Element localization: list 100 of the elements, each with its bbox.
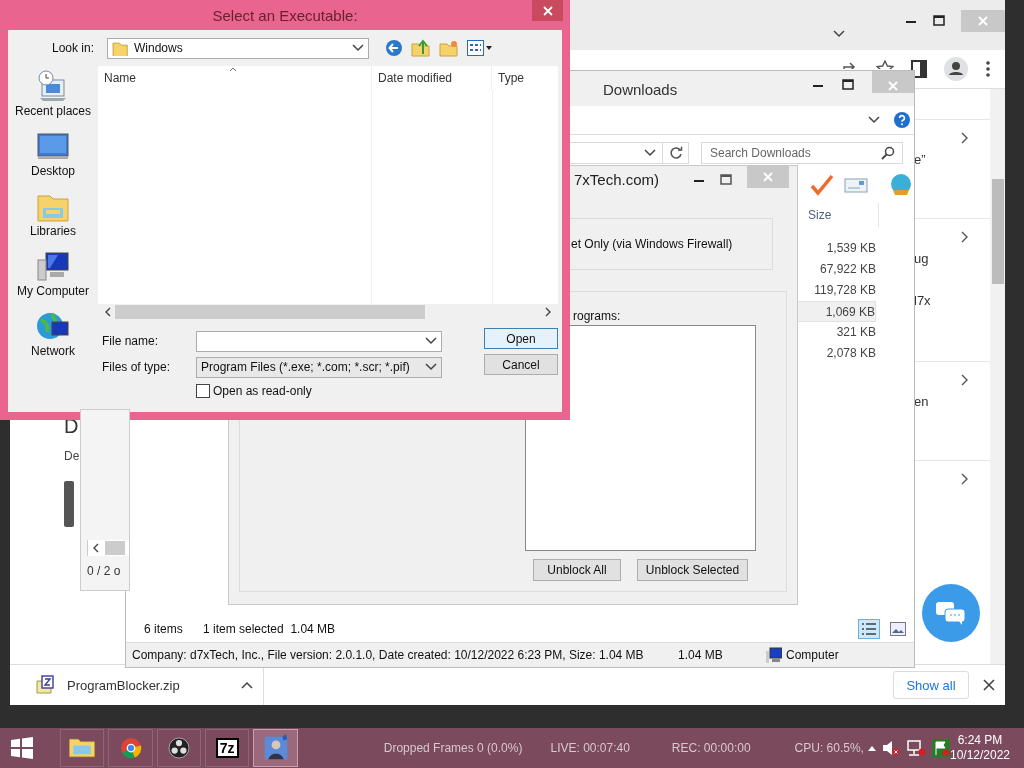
chat-icon bbox=[935, 600, 967, 626]
taskbar-app[interactable]: 7z bbox=[205, 729, 250, 767]
close-button[interactable] bbox=[532, 0, 563, 21]
scrollbar[interactable] bbox=[87, 540, 129, 556]
chevron-right-icon[interactable] bbox=[961, 374, 968, 386]
column-header[interactable]: Name bbox=[98, 66, 371, 90]
file-details: Company: d7xTech, Inc., File version: 2.0.1.0, Date created: 10/12/2022 6:23 PM, Size: 1.04 MB bbox=[131, 648, 645, 662]
chevron-down-icon[interactable] bbox=[425, 337, 437, 345]
computer-icon bbox=[36, 250, 70, 282]
close-icon[interactable] bbox=[983, 679, 995, 691]
clock-date: 10/12/2022 bbox=[949, 748, 1010, 763]
dialog-button[interactable]: Open bbox=[484, 328, 558, 349]
chevron-left-icon[interactable] bbox=[92, 543, 99, 553]
star-icon[interactable] bbox=[876, 60, 894, 69]
field-label: Files of type: bbox=[101, 360, 172, 374]
chevron-right-icon[interactable] bbox=[961, 231, 968, 243]
window-title: 7xTech.com) bbox=[574, 171, 660, 188]
folder-icon bbox=[112, 40, 128, 56]
table-cell-text: 2,078 KB bbox=[825, 345, 876, 362]
file-size: 1.04 MB bbox=[678, 648, 724, 662]
side-panel-icon[interactable] bbox=[911, 60, 927, 78]
field-label: Look in: bbox=[52, 41, 96, 55]
caret-up-icon[interactable] bbox=[241, 681, 253, 689]
scrollbar[interactable] bbox=[990, 89, 1005, 664]
search-field[interactable]: Search Downloads bbox=[701, 142, 903, 164]
place-item[interactable]: Network bbox=[31, 310, 75, 370]
place-item[interactable]: Desktop bbox=[31, 130, 75, 190]
caret-up-icon[interactable] bbox=[867, 745, 876, 751]
chevron-down-icon[interactable] bbox=[868, 116, 880, 124]
card-text: e” bbox=[914, 152, 927, 169]
zip-file-icon bbox=[35, 675, 55, 695]
chevron-right-icon[interactable] bbox=[961, 473, 968, 485]
profile-icon[interactable] bbox=[944, 57, 968, 81]
maximize-icon[interactable] bbox=[842, 79, 854, 91]
status-text: Dropped Frames 0 (0.0%) bbox=[383, 741, 523, 755]
window-title: Select an Executable: bbox=[212, 6, 358, 24]
card-icon[interactable] bbox=[844, 176, 868, 194]
flag-icon[interactable] bbox=[931, 739, 950, 757]
action-button[interactable]: Unblock Selected bbox=[637, 559, 748, 581]
status-text: CPU: 60.5%, bbox=[794, 741, 864, 755]
action-button[interactable]: Unblock All bbox=[533, 559, 621, 581]
refresh-icon bbox=[668, 146, 683, 160]
taskbar-app[interactable] bbox=[253, 729, 298, 767]
sort-caret-icon bbox=[229, 67, 237, 72]
page-text: De bbox=[64, 449, 78, 465]
table-cell-text: 321 KB bbox=[835, 324, 876, 341]
file-list[interactable]: Name Date modified Type bbox=[98, 66, 558, 304]
status-text: LIVE: 00:07:40 bbox=[550, 741, 630, 755]
place-item[interactable]: Recent places bbox=[14, 70, 91, 130]
maximize-icon[interactable] bbox=[720, 173, 732, 186]
refresh-button[interactable] bbox=[663, 142, 689, 164]
selection-info: 1 item selected 1.04 MB bbox=[203, 622, 336, 636]
folder-dropdown[interactable]: Windows bbox=[107, 37, 369, 59]
page-counter: 0 / 2 o bbox=[87, 564, 122, 578]
thumbnail-view-icon[interactable] bbox=[890, 622, 906, 636]
column-header[interactable]: Date modified bbox=[371, 66, 491, 90]
chevron-left-icon[interactable] bbox=[104, 307, 111, 317]
option-label: et Only (via Windows Firewall) bbox=[571, 237, 733, 251]
computer-icon bbox=[766, 647, 782, 663]
card-text: l7x bbox=[914, 293, 932, 310]
menu-icon[interactable] bbox=[985, 60, 991, 78]
table-cell-text: 119,728 KB bbox=[813, 282, 876, 299]
back-icon[interactable] bbox=[385, 39, 403, 57]
location-label: Computer bbox=[786, 648, 839, 662]
view-menu-icon[interactable] bbox=[467, 40, 493, 56]
list-label: rograms: bbox=[573, 309, 622, 325]
chevron-down-icon[interactable] bbox=[833, 30, 845, 38]
checkmark-icon[interactable] bbox=[810, 174, 834, 196]
chevron-right-icon[interactable] bbox=[961, 132, 968, 144]
item-count: 6 items bbox=[144, 622, 184, 636]
clock[interactable]: 6:24 PM 10/12/2022 bbox=[949, 733, 1010, 763]
status-text: REC: 00:00:00 bbox=[671, 741, 751, 755]
column-header[interactable]: Type bbox=[491, 66, 558, 90]
up-folder-icon[interactable] bbox=[411, 39, 431, 57]
clock-time: 6:24 PM bbox=[957, 733, 1003, 748]
chevron-down-icon[interactable] bbox=[644, 149, 656, 157]
details-view-icon[interactable] bbox=[858, 619, 880, 639]
chevron-down-icon[interactable] bbox=[352, 44, 364, 52]
chevron-right-icon[interactable] bbox=[545, 307, 552, 317]
monitor-icon bbox=[36, 130, 70, 162]
speaker-muted-icon[interactable] bbox=[881, 740, 900, 756]
chevron-down-icon[interactable] bbox=[425, 363, 437, 371]
show-all-button[interactable]: Show all bbox=[893, 671, 969, 699]
file-type-dropdown[interactable]: Program Files (*.exe; *.com; *.scr; *.pif) bbox=[196, 356, 442, 378]
table-cell-text: 67,922 KB bbox=[818, 261, 876, 278]
card-text: ug bbox=[914, 251, 930, 268]
place-item[interactable]: My Computer bbox=[17, 250, 89, 310]
help-icon[interactable] bbox=[894, 112, 910, 128]
file-name-field[interactable] bbox=[196, 330, 442, 352]
place-item[interactable]: Libraries bbox=[30, 190, 76, 250]
checkbox-label: Open as read-only bbox=[213, 384, 312, 398]
network-icon[interactable] bbox=[905, 740, 926, 756]
table-cell-text: 1,539 KB bbox=[825, 240, 876, 257]
table-cell: 1,069 KB bbox=[796, 301, 876, 322]
card-text: en bbox=[914, 394, 930, 411]
maximize-icon[interactable] bbox=[933, 15, 945, 27]
start-icon[interactable] bbox=[10, 736, 34, 760]
field-label: File name: bbox=[101, 334, 160, 348]
dialog-button[interactable]: Cancel bbox=[484, 354, 558, 375]
checkbox[interactable] bbox=[196, 384, 210, 398]
